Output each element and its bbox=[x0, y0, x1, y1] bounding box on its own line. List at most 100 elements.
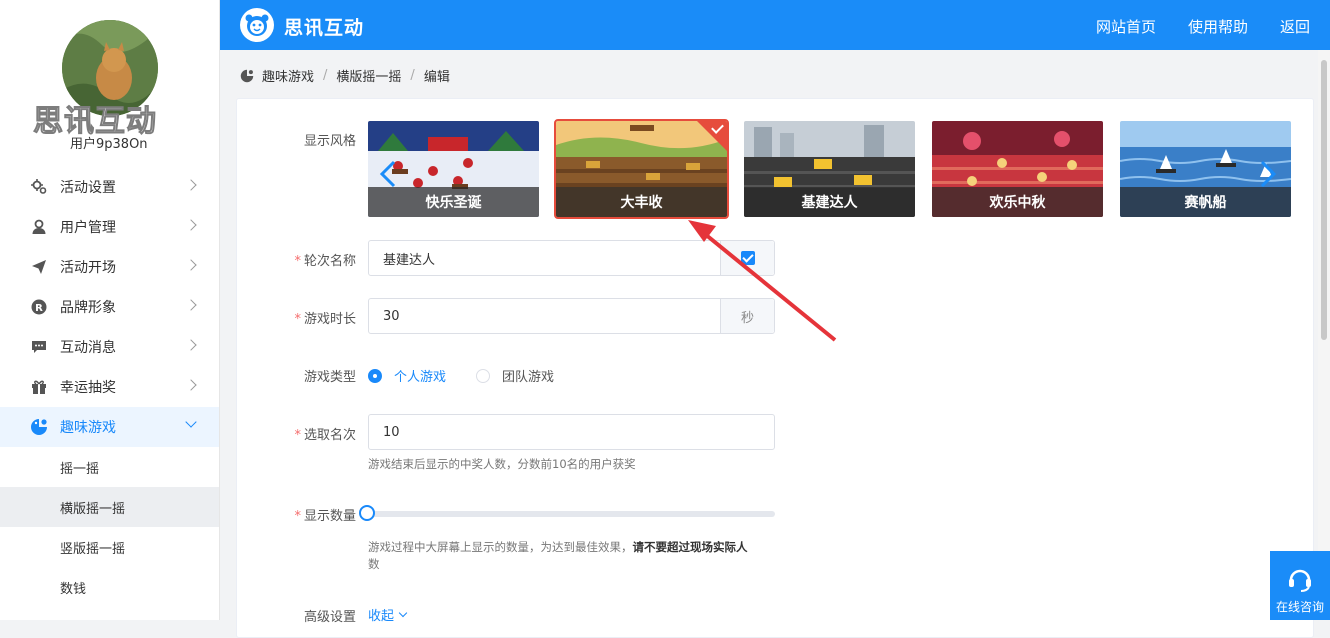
radio-personal-game[interactable] bbox=[368, 368, 382, 383]
checkbox-checked-icon[interactable] bbox=[740, 251, 755, 265]
nav-link-home[interactable]: 网站首页 bbox=[1096, 16, 1156, 37]
sidebar-item-label: 品牌形象 bbox=[60, 300, 116, 316]
chat-icon bbox=[30, 338, 48, 356]
game-type-radio-group: 个人游戏 团队游戏 bbox=[368, 366, 584, 385]
sidebar-item-user-management[interactable]: 用户管理 bbox=[0, 207, 219, 247]
carousel-prev-icon[interactable] bbox=[378, 160, 398, 188]
display-count-hint: 游戏过程中大屏幕上显示的数量，为达到最佳效果，请不要超过现场实际人数 bbox=[368, 539, 778, 573]
chevron-right-icon bbox=[185, 299, 197, 311]
submenu-item-label: 横版摇一摇 bbox=[60, 501, 126, 517]
advanced-label: 高级设置 bbox=[303, 610, 356, 625]
sidebar-item-lucky-draw[interactable]: 幸运抽奖 bbox=[0, 367, 219, 407]
carousel-next-icon[interactable] bbox=[1258, 160, 1278, 188]
gift-icon bbox=[30, 378, 48, 396]
sidebar-item-label: 活动设置 bbox=[60, 180, 116, 196]
submenu-item-horizontal-shake[interactable]: 横版摇一摇 bbox=[0, 487, 219, 527]
input-value: 30 bbox=[383, 308, 400, 324]
duration-label: * 游戏时长 bbox=[286, 308, 356, 327]
winners-label: * 选取名次 bbox=[286, 424, 356, 443]
round-name-label: * 轮次名称 bbox=[286, 250, 356, 269]
duration-unit: 秒 bbox=[720, 299, 774, 333]
chevron-down-icon bbox=[185, 416, 197, 428]
label-text: 游戏时长 bbox=[303, 312, 356, 327]
submenu-item-count-money[interactable]: 数钱 bbox=[0, 567, 219, 607]
username: 用户9p38On bbox=[70, 137, 148, 152]
online-consult-button[interactable]: 在线咨询 bbox=[1270, 551, 1330, 620]
toggle-text: 收起 bbox=[368, 609, 395, 624]
label-text: 显示数量 bbox=[303, 509, 356, 524]
user-icon bbox=[30, 218, 48, 236]
style-option-harvest[interactable]: 大丰收 bbox=[554, 119, 729, 219]
chevron-right-icon bbox=[185, 339, 197, 351]
radio-label[interactable]: 团队游戏 bbox=[502, 366, 554, 385]
top-header: 思讯互动 网站首页 使用帮助 返回 bbox=[220, 0, 1330, 50]
style-option-construction[interactable]: 基建达人 bbox=[744, 121, 915, 217]
sidebar-item-label: 活动开场 bbox=[60, 260, 116, 276]
breadcrumb-item-current: 编辑 bbox=[423, 70, 450, 85]
submenu-item-vertical-shake[interactable]: 竖版摇一摇 bbox=[0, 527, 219, 567]
submenu-item-shake[interactable]: 摇一摇 bbox=[0, 447, 219, 487]
winners-hint: 游戏结束后显示的中奖人数，分数前10名的用户获奖 bbox=[368, 457, 636, 471]
sidebar-item-label: 趣味游戏 bbox=[60, 420, 116, 436]
input-value: 10 bbox=[383, 424, 400, 440]
display-count-slider-handle[interactable] bbox=[359, 505, 375, 521]
breadcrumb-item[interactable]: 横版摇一摇 bbox=[336, 66, 401, 85]
chevron-right-icon bbox=[185, 259, 197, 271]
submenu-item-label: 竖版摇一摇 bbox=[60, 541, 126, 557]
sidebar-item-brand-image[interactable]: R 品牌形象 bbox=[0, 287, 219, 327]
required-mark: * bbox=[294, 509, 301, 524]
nav-link-back[interactable]: 返回 bbox=[1280, 16, 1310, 37]
sidebar-item-label: 用户管理 bbox=[60, 220, 116, 236]
style-caption: 快乐圣诞 bbox=[368, 187, 539, 217]
hint-text: 游戏过程中大屏幕上显示的数量，为达到最佳效果， bbox=[368, 540, 633, 554]
required-mark: * bbox=[294, 312, 301, 327]
label-text: 轮次名称 bbox=[303, 254, 356, 269]
advanced-toggle[interactable]: 收起 bbox=[368, 605, 408, 624]
consult-label: 在线咨询 bbox=[1275, 600, 1324, 614]
logo-icon[interactable] bbox=[240, 8, 274, 42]
style-option-mid-autumn[interactable]: 欢乐中秋 bbox=[932, 121, 1103, 217]
sidebar-item-label: 互动消息 bbox=[60, 340, 116, 356]
style-caption: 大丰收 bbox=[556, 187, 727, 217]
sidebar-item-label: 幸运抽奖 bbox=[60, 380, 116, 396]
logo-text[interactable]: 思讯互动 bbox=[284, 13, 364, 40]
scrollbar-thumb[interactable] bbox=[1321, 60, 1327, 340]
gear-icon bbox=[30, 178, 48, 196]
duration-input[interactable]: 30 秒 bbox=[368, 298, 775, 334]
sidebar-item-fun-games[interactable]: 趣味游戏 bbox=[0, 407, 219, 447]
sidebar: 思讯互动 用户9p38On 活动设置 用户管理 活动开场 R 品牌形象 互动消息… bbox=[0, 0, 220, 620]
input-addon bbox=[720, 241, 774, 275]
style-caption: 欢乐中秋 bbox=[932, 187, 1103, 217]
game-icon bbox=[30, 418, 48, 436]
radio-label[interactable]: 个人游戏 bbox=[394, 366, 446, 385]
breadcrumb-item[interactable]: 趣味游戏 bbox=[262, 66, 314, 85]
breadcrumb-separator: / bbox=[323, 68, 328, 83]
round-name-input[interactable]: 基建达人 bbox=[368, 240, 775, 276]
chevron-right-icon bbox=[185, 179, 197, 191]
sidebar-item-activity-opening[interactable]: 活动开场 bbox=[0, 247, 219, 287]
paper-plane-icon bbox=[30, 258, 48, 276]
top-nav-links: 网站首页 使用帮助 返回 bbox=[1096, 16, 1310, 37]
breadcrumb-separator: / bbox=[410, 68, 415, 83]
breadcrumb: 趣味游戏 / 横版摇一摇 / 编辑 bbox=[240, 66, 450, 85]
nav-link-help[interactable]: 使用帮助 bbox=[1188, 16, 1248, 37]
sidebar-item-interactive-messages[interactable]: 互动消息 bbox=[0, 327, 219, 367]
chevron-down-icon bbox=[398, 608, 408, 618]
game-icon bbox=[240, 69, 254, 83]
radio-team-game[interactable] bbox=[476, 368, 491, 383]
hint-emphasis: 请不要超过现场实际人 bbox=[632, 540, 748, 554]
style-label: 显示风格 bbox=[303, 134, 356, 149]
sidebar-menu: 活动设置 用户管理 活动开场 R 品牌形象 互动消息 幸运抽奖 趣味游戏 摇一摇… bbox=[0, 167, 219, 607]
chevron-right-icon bbox=[185, 219, 197, 231]
style-caption: 基建达人 bbox=[744, 187, 915, 217]
required-mark: * bbox=[294, 254, 301, 269]
headset-icon bbox=[1289, 569, 1311, 592]
winners-input[interactable]: 10 bbox=[368, 414, 775, 450]
input-value: 基建达人 bbox=[383, 252, 436, 268]
page-scrollbar[interactable] bbox=[1318, 50, 1330, 620]
display-count-label: * 显示数量 bbox=[286, 505, 356, 524]
sidebar-item-activity-settings[interactable]: 活动设置 bbox=[0, 167, 219, 207]
display-count-slider-track[interactable] bbox=[368, 511, 775, 517]
chevron-right-icon bbox=[185, 379, 197, 391]
required-mark: * bbox=[294, 428, 301, 443]
